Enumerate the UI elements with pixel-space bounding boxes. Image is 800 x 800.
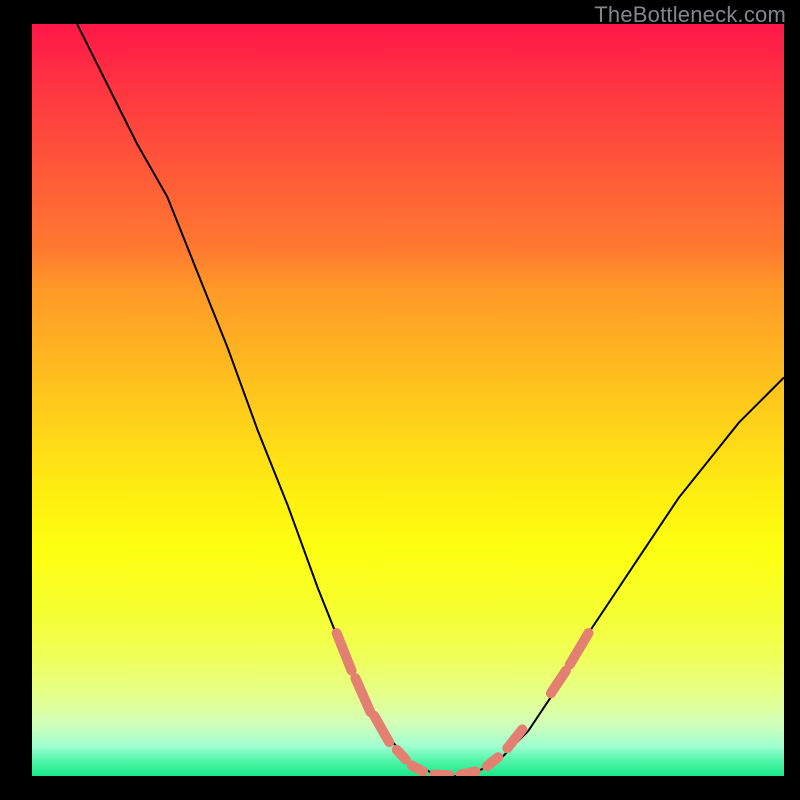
chart-svg	[32, 24, 784, 776]
highlight-dash	[412, 766, 423, 772]
bottleneck-curve-line	[77, 24, 784, 776]
highlight-dash	[570, 633, 589, 665]
highlight-dash	[374, 716, 389, 742]
highlight-dash	[551, 671, 566, 694]
chart-lines-group	[77, 24, 784, 776]
highlight-dash	[507, 729, 522, 748]
highlight-dash	[461, 772, 476, 775]
highlight-dash	[397, 750, 406, 760]
highlight-dash	[355, 678, 370, 712]
watermark-text: TheBottleneck.com	[594, 2, 786, 28]
highlight-dash	[487, 757, 498, 766]
highlight-dash	[337, 633, 352, 671]
highlight-dash	[434, 775, 449, 776]
bottleneck-chart	[32, 24, 784, 776]
